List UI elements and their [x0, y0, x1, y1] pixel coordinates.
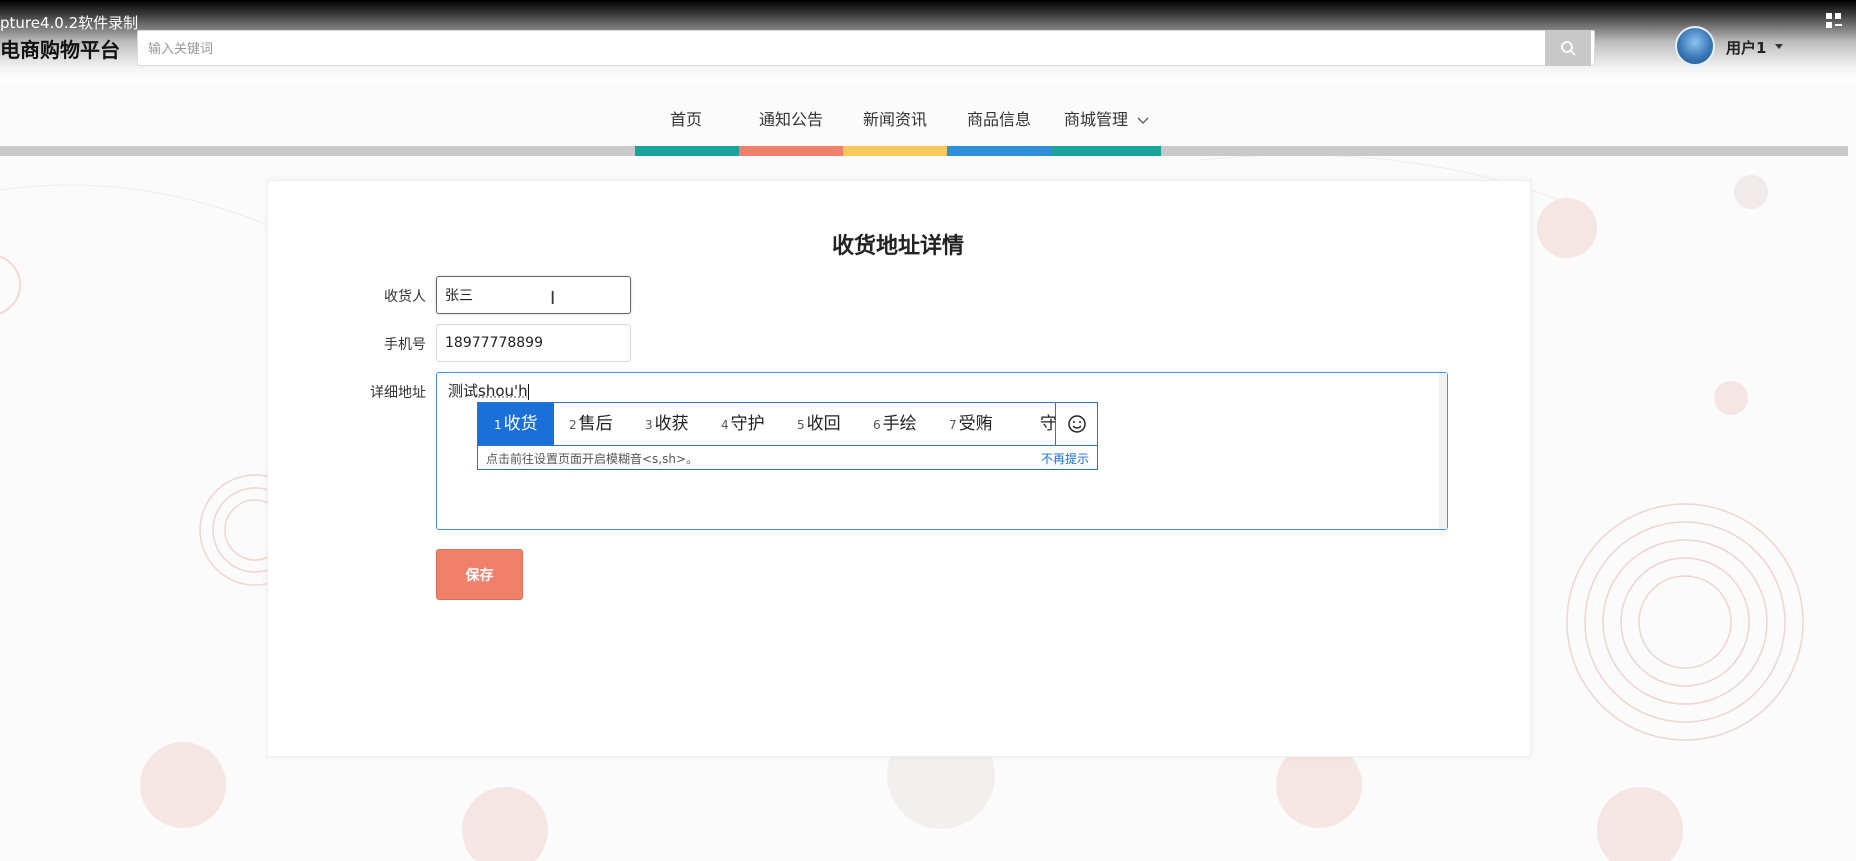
text-caret [527, 383, 529, 400]
address-committed-text: 测试 [448, 382, 479, 400]
nav-underline-mall [1051, 146, 1161, 156]
ime-hint-text[interactable]: 点击前往设置页面开启模糊音<s,sh>。 [486, 450, 698, 467]
ime-candidate-1[interactable]: 1 收货 [478, 403, 554, 445]
nav-products[interactable]: 商品信息 [967, 106, 1031, 130]
text-cursor-icon: I [550, 288, 556, 309]
nav-underline-home [635, 146, 739, 156]
address-composing-text: shou'h [478, 382, 528, 400]
phone-label: 手机号 [384, 337, 426, 353]
ime-candidate-2[interactable]: 2 售后 [569, 403, 613, 445]
ime-candidate-8[interactable]: 守 [1038, 403, 1055, 445]
ime-divider [478, 445, 1097, 446]
ime-dismiss-link[interactable]: 不再提示 [1041, 450, 1089, 467]
smiley-icon [1068, 415, 1086, 433]
save-button[interactable]: 保存 [436, 549, 523, 600]
nav-underline-products [947, 146, 1051, 156]
page-title: 收货地址详情 [831, 234, 964, 259]
caret-down-icon[interactable] [1775, 44, 1783, 49]
search-button[interactable] [1545, 30, 1591, 66]
user-avatar[interactable] [1675, 26, 1715, 66]
ime-candidate-3[interactable]: 3 收获 [645, 403, 689, 445]
ime-candidate-window: 1 收货 2 售后 3 收获 4 守护 5 收回 6 手绘 7 受贿 守 点击前… [477, 402, 1098, 470]
ime-candidate-6[interactable]: 6 手绘 [873, 403, 917, 445]
ime-candidate-4[interactable]: 4 守护 [721, 403, 765, 445]
textarea-scrollbar[interactable] [1439, 373, 1447, 529]
ime-candidate-5[interactable]: 5 收回 [797, 403, 841, 445]
consignee-value: 张三 [445, 288, 473, 304]
ime-emoji-button[interactable] [1055, 403, 1098, 445]
nav-home[interactable]: 首页 [670, 106, 702, 130]
search-input[interactable] [146, 31, 1550, 67]
nav-news[interactable]: 新闻资讯 [863, 106, 927, 130]
user-name[interactable]: 用户1 [1726, 37, 1766, 58]
ime-candidate-7[interactable]: 7 受贿 [949, 403, 993, 445]
address-text: 测试shou'h [448, 380, 529, 401]
ime-candidate-row: 1 收货 2 售后 3 收获 4 守护 5 收回 6 手绘 7 受贿 守 [478, 403, 1055, 445]
recorder-watermark: pture4.0.2软件录制 [0, 14, 139, 32]
address-label: 详细地址 [370, 385, 426, 401]
consignee-field[interactable]: 张三 [436, 276, 631, 314]
phone-field[interactable]: 18977778899 [436, 324, 631, 362]
nav-underline-news [843, 146, 947, 156]
nav-notices[interactable]: 通知公告 [759, 106, 823, 130]
search-icon [1561, 41, 1576, 56]
nav-underline-notices [739, 146, 843, 156]
grid-icon[interactable] [1825, 12, 1843, 30]
nav-mall-management[interactable]: 商城管理 [1064, 106, 1149, 130]
nav-mall-management-label: 商城管理 [1064, 110, 1129, 129]
phone-value: 18977778899 [445, 335, 543, 351]
chevron-down-icon [1137, 117, 1149, 124]
site-brand[interactable]: 电商购物平台 [0, 34, 120, 63]
search-box [137, 30, 1595, 67]
consignee-label: 收货人 [384, 289, 426, 305]
